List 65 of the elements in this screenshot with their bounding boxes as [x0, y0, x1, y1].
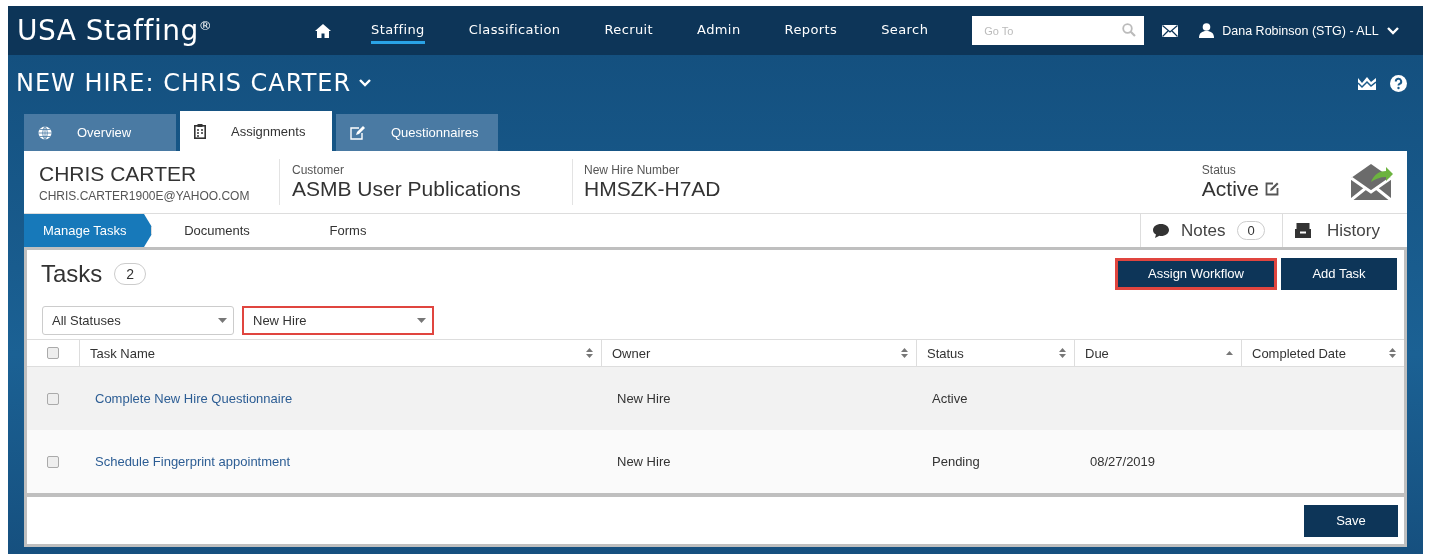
- column-header[interactable]: Due: [1085, 345, 1109, 361]
- user-menu[interactable]: Dana Robinson (STG) - ALL: [1222, 23, 1379, 38]
- column-header[interactable]: Completed Date: [1252, 345, 1346, 361]
- nav-link[interactable]: Staffing: [371, 17, 425, 44]
- table-cell: Active: [932, 391, 968, 406]
- nav-link[interactable]: Recruit: [604, 17, 654, 44]
- archive-icon: [1295, 223, 1311, 238]
- sort-icon[interactable]: [1389, 348, 1396, 358]
- chevron-down-icon[interactable]: [359, 79, 372, 87]
- tasks-title: Tasks: [41, 259, 103, 288]
- chart-icon[interactable]: [1358, 76, 1376, 90]
- tab[interactable]: Questionnaires: [336, 114, 498, 151]
- home-icon[interactable]: [315, 23, 331, 38]
- nav-link[interactable]: Admin: [697, 17, 741, 44]
- filter-dropdown[interactable]: New Hire: [242, 306, 434, 335]
- user-icon: [1199, 23, 1215, 38]
- edit-icon: [350, 125, 366, 140]
- person-name: CHRIS CARTER: [39, 161, 198, 186]
- edit-icon[interactable]: [1265, 182, 1279, 196]
- sort-icon[interactable]: [1059, 348, 1066, 358]
- action-button[interactable]: Add Task: [1281, 257, 1397, 290]
- search-icon: [1122, 23, 1137, 37]
- page-title: NEW HIRE: CHRIS CARTER: [16, 69, 352, 97]
- table-cell: New Hire: [617, 454, 671, 469]
- dropdown-arrow-icon: [218, 318, 227, 323]
- nav-link[interactable]: Reports: [784, 17, 838, 44]
- table-cell: Pending: [932, 454, 980, 469]
- task-link[interactable]: Complete New Hire Questionnaire: [95, 391, 293, 406]
- checkbox[interactable]: [47, 392, 59, 405]
- app-logo[interactable]: USA Staffing$^{®}$: [17, 14, 297, 47]
- sort-ascending-icon[interactable]: [1226, 351, 1233, 355]
- tab[interactable]: Overview: [24, 114, 176, 151]
- checkbox[interactable]: [47, 347, 59, 359]
- comment-icon: [1153, 223, 1169, 238]
- checkbox[interactable]: [47, 455, 59, 468]
- help-icon[interactable]: [1390, 74, 1407, 92]
- mail-icon[interactable]: [1162, 24, 1179, 37]
- sort-icon[interactable]: [901, 348, 908, 358]
- field-label: Status: [1201, 163, 1237, 177]
- save-button[interactable]: Save: [1304, 504, 1398, 537]
- chevron-down-icon[interactable]: [1386, 26, 1399, 35]
- status-value: Active: [1201, 177, 1259, 201]
- field-label: Customer: [292, 163, 345, 177]
- table-cell: New Hire: [617, 391, 671, 406]
- nav-link[interactable]: Search: [881, 17, 929, 44]
- nav-link[interactable]: Classification: [468, 17, 561, 44]
- field-label: New Hire Number: [584, 163, 681, 177]
- globe-icon: [38, 125, 52, 140]
- filter-dropdown[interactable]: All Statuses: [42, 306, 234, 335]
- step-tab[interactable]: Manage Tasks: [24, 214, 152, 247]
- column-header[interactable]: Status: [927, 345, 964, 361]
- envelope-arrow-icon: [1349, 162, 1393, 202]
- column-header[interactable]: Task Name: [90, 345, 156, 361]
- column-header[interactable]: Owner: [612, 345, 651, 361]
- table-cell: 08/27/2019: [1090, 454, 1156, 469]
- customer-value: ASMB User Publications: [292, 177, 522, 201]
- email-text: CHRIS.CARTER1900E@YAHOO.COM: [39, 188, 251, 203]
- new-hire-number: HMSZK-H7AD: [584, 177, 721, 201]
- task-link[interactable]: Schedule Fingerprint appointment: [95, 454, 291, 469]
- clipboard-icon: [194, 123, 206, 139]
- action-button[interactable]: Assign Workflow: [1115, 257, 1277, 290]
- sort-icon[interactable]: [586, 348, 593, 358]
- dropdown-arrow-icon: [417, 318, 426, 323]
- tab[interactable]: Assignments: [180, 111, 332, 151]
- go-to-field[interactable]: Go To: [972, 16, 1145, 45]
